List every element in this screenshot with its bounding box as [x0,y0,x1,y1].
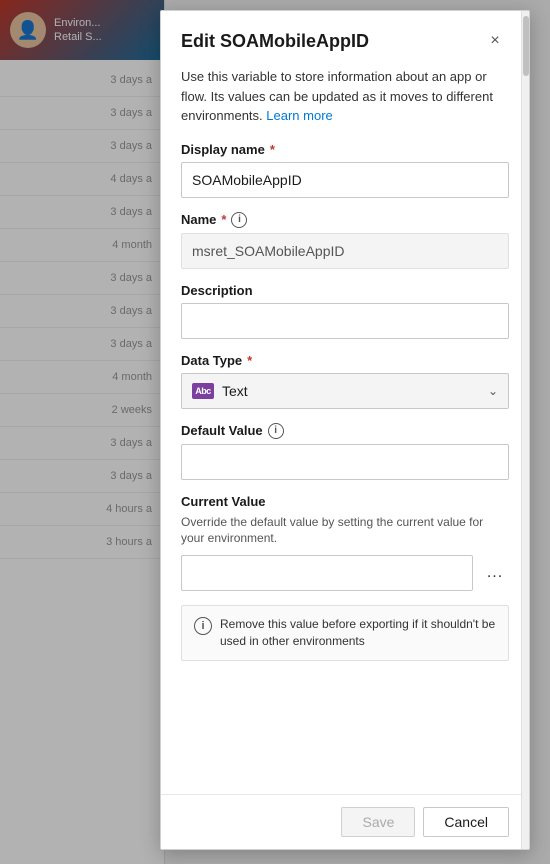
description-group: Description [181,283,509,339]
modal-title: Edit SOAMobileAppID [181,31,369,52]
scrollbar-thumb[interactable] [523,16,529,76]
data-type-dropdown-container: Abc Text ⌄ [181,373,509,409]
current-value-group: Current Value Override the default value… [181,494,509,592]
display-name-input[interactable] [181,162,509,198]
modal-footer: Save Cancel [161,794,529,849]
required-star: * [221,212,226,227]
display-name-label: Display name * [181,142,509,157]
warning-box: i Remove this value before exporting if … [181,605,509,661]
display-name-group: Display name * [181,142,509,198]
warning-text: Remove this value before exporting if it… [220,616,496,650]
warning-info-icon: i [194,617,212,635]
chevron-down-icon: ⌄ [488,384,498,398]
default-value-group: Default Value i [181,423,509,480]
current-value-label: Current Value [181,494,509,509]
default-value-info-icon[interactable]: i [268,423,284,439]
description-input[interactable] [181,303,509,339]
cancel-button[interactable]: Cancel [423,807,509,837]
modal-close-button[interactable]: × [481,27,509,55]
modal-body: Use this variable to store information a… [161,67,529,794]
name-group: Name * i [181,212,509,269]
data-type-dropdown[interactable]: Abc Text ⌄ [181,373,509,409]
modal-description: Use this variable to store information a… [181,67,509,126]
save-button: Save [341,807,415,837]
ellipsis-button[interactable]: ... [481,559,509,587]
modal-scrollbar[interactable] [521,11,529,849]
data-type-label: Data Type * [181,353,509,368]
default-value-label: Default Value i [181,423,509,439]
name-label: Name * i [181,212,509,228]
edit-variable-modal: Edit SOAMobileAppID × Use this variable … [160,10,530,850]
modal-header: Edit SOAMobileAppID × [161,11,529,67]
data-type-selected-value: Text [222,383,248,399]
required-star: * [247,353,252,368]
required-star: * [270,142,275,157]
name-input [181,233,509,269]
current-value-description: Override the default value by setting th… [181,514,509,548]
name-info-icon[interactable]: i [231,212,247,228]
learn-more-link[interactable]: Learn more [266,108,332,123]
data-type-icon: Abc [192,383,214,399]
current-value-input-row: ... [181,555,509,591]
data-type-group: Data Type * Abc Text ⌄ [181,353,509,409]
default-value-input[interactable] [181,444,509,480]
current-value-input[interactable] [181,555,473,591]
description-label: Description [181,283,509,298]
